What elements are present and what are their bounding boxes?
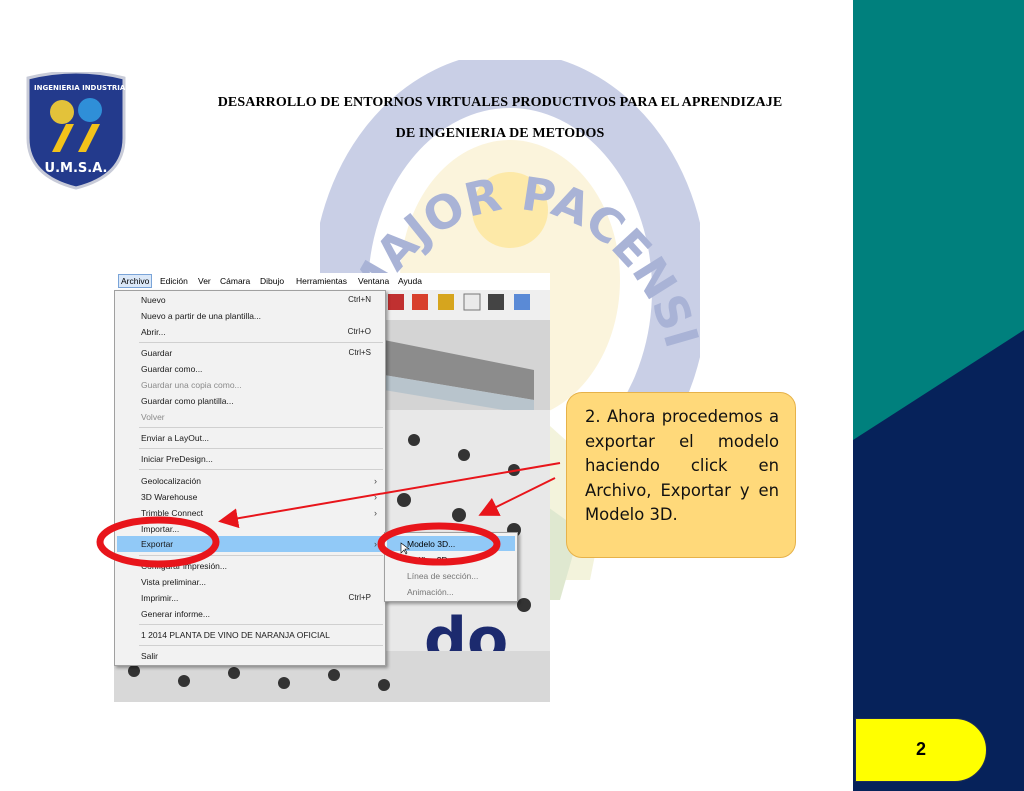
menu-separator <box>139 342 383 343</box>
menu-item-3d-warehouse[interactable]: 3D Warehouse <box>141 490 197 504</box>
chevron-right-icon: › <box>374 492 377 502</box>
menu-separator <box>139 645 383 646</box>
toolbar-icon[interactable] <box>463 293 481 311</box>
menu-item-nuevo[interactable]: Nuevo <box>141 293 166 307</box>
menu-edicion[interactable]: Edición <box>160 276 188 286</box>
instruction-text: 2. Ahora procedemos a exportar el modelo… <box>585 407 779 524</box>
chevron-right-icon: › <box>374 476 377 486</box>
menu-separator <box>139 555 383 556</box>
toolbar-icon[interactable] <box>438 294 454 310</box>
decorative-side-band <box>853 0 1024 791</box>
menu-separator <box>139 448 383 449</box>
submenu-item-grafico-2d[interactable]: Gráfico 2D... <box>407 553 455 567</box>
menu-item-abrir[interactable]: Abrir... <box>141 325 166 339</box>
archivo-dropdown: Nuevo Ctrl+N Nuevo a partir de una plant… <box>114 290 386 666</box>
logo-arc-text: INGENIERIA INDUSTRIAL <box>34 84 130 92</box>
menu-separator <box>139 469 383 470</box>
menu-item-guardar-plantilla[interactable]: Guardar como plantilla... <box>141 394 234 408</box>
menu-ayuda[interactable]: Ayuda <box>398 276 422 286</box>
menu-item-geolocalizacion[interactable]: Geolocalización <box>141 474 201 488</box>
instruction-callout: 2. Ahora procedemos a exportar el modelo… <box>566 392 796 558</box>
menu-camara[interactable]: Cámara <box>220 276 250 286</box>
sketchup-screenshot: Archivo Edición Ver Cámara Dibujo Herram… <box>114 273 550 702</box>
shortcut-imprimir: Ctrl+P <box>348 593 371 602</box>
3d-viewport[interactable]: do <box>384 290 550 702</box>
menu-bar: Archivo Edición Ver Cámara Dibujo Herram… <box>114 273 550 290</box>
menu-ver[interactable]: Ver <box>198 276 211 286</box>
page-number: 2 <box>915 739 926 759</box>
menu-item-exportar[interactable]: Exportar <box>141 537 173 551</box>
menu-item-importar[interactable]: Importar... <box>141 522 179 536</box>
menu-item-trimble-connect[interactable]: Trimble Connect <box>141 506 203 520</box>
menu-separator <box>139 427 383 428</box>
submenu-item-linea-seccion: Línea de sección... <box>407 571 479 581</box>
document-title-line2: DE INGENIERIA DE METODOS <box>395 126 605 141</box>
toolbar-icon[interactable] <box>514 294 530 310</box>
menu-item-vista-preliminar[interactable]: Vista preliminar... <box>141 575 206 589</box>
menu-item-plantilla[interactable]: Nuevo a partir de una plantilla... <box>141 309 261 323</box>
menu-item-guardar-copia: Guardar una copia como... <box>141 380 242 390</box>
menu-herramientas[interactable]: Herramientas <box>296 276 347 286</box>
menu-item-predesign[interactable]: Iniciar PreDesign... <box>141 452 213 466</box>
menu-item-imprimir[interactable]: Imprimir... <box>141 591 178 605</box>
menu-item-layout[interactable]: Enviar a LayOut... <box>141 431 209 445</box>
shortcut-nuevo: Ctrl+N <box>348 295 371 304</box>
ingenieria-industrial-logo: INGENIERIA INDUSTRIAL U.M.S.A. <box>26 72 130 190</box>
logo-bottom-text: U.M.S.A. <box>45 161 108 176</box>
viewport-render: do <box>384 290 550 675</box>
menu-item-configurar-impresion[interactable]: Configurar impresión... <box>141 559 227 573</box>
toolbar-icon[interactable] <box>412 294 428 310</box>
shortcut-guardar: Ctrl+S <box>348 348 371 357</box>
menu-archivo[interactable]: Archivo <box>118 274 153 288</box>
menu-dibujo[interactable]: Dibujo <box>260 276 284 286</box>
menu-item-generar-informe[interactable]: Generar informe... <box>141 607 210 621</box>
exportar-submenu: Modelo 3D... Gráfico 2D... Línea de secc… <box>384 532 518 602</box>
shortcut-abrir: Ctrl+O <box>347 327 371 336</box>
chevron-right-icon: › <box>374 508 377 518</box>
menu-item-guardar[interactable]: Guardar <box>141 346 172 360</box>
document-title-line1: DESARROLLO DE ENTORNOS VIRTUALES PRODUCT… <box>217 95 783 110</box>
menu-item-guardar-como[interactable]: Guardar como... <box>141 362 202 376</box>
toolbar-icon[interactable] <box>488 294 504 310</box>
chevron-right-icon: › <box>374 539 377 549</box>
menu-item-volver: Volver <box>141 412 165 422</box>
menu-item-salir[interactable]: Salir <box>141 649 158 663</box>
menu-separator <box>139 624 383 625</box>
toolbar-icon[interactable] <box>388 294 404 310</box>
page-number-badge: 2 <box>855 718 987 782</box>
submenu-item-animacion: Animación... <box>407 587 454 597</box>
menu-ventana[interactable]: Ventana <box>358 276 389 286</box>
menu-item-reciente[interactable]: 1 2014 PLANTA DE VINO DE NARANJA OFICIAL <box>141 628 330 642</box>
submenu-item-modelo-3d[interactable]: Modelo 3D... <box>407 537 455 551</box>
